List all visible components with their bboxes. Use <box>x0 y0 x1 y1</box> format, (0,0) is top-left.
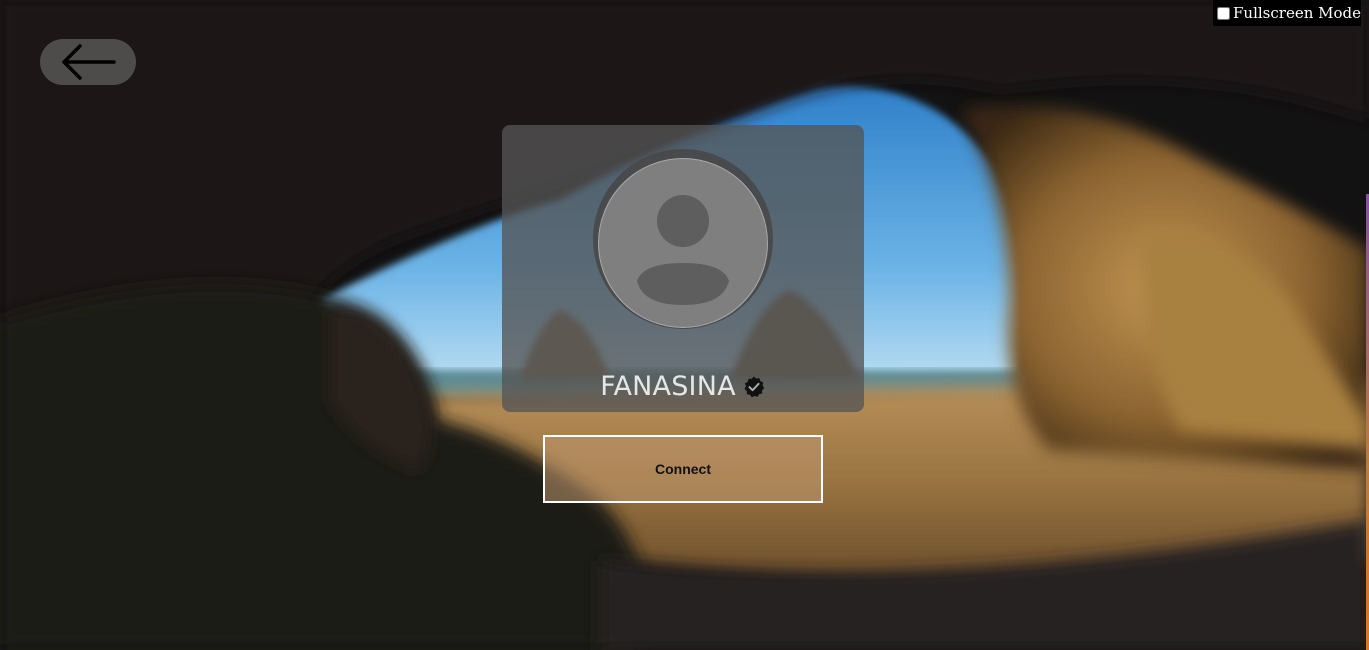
avatar <box>598 158 768 328</box>
verified-badge-icon <box>744 376 765 397</box>
username-row: FANASINA <box>502 371 864 402</box>
user-avatar-icon <box>637 195 729 305</box>
arrow-left-icon <box>62 44 116 80</box>
login-card: FANASINA <box>502 125 864 412</box>
fullscreen-toggle[interactable]: Fullscreen Mode <box>1213 0 1361 26</box>
login-screen: Fullscreen Mode FANASINA Connect <box>0 0 1369 650</box>
fullscreen-checkbox[interactable] <box>1217 6 1231 20</box>
username: FANASINA <box>600 371 736 402</box>
connect-button[interactable]: Connect <box>543 435 823 503</box>
fullscreen-label: Fullscreen Mode <box>1233 4 1361 22</box>
back-button[interactable] <box>40 39 136 85</box>
